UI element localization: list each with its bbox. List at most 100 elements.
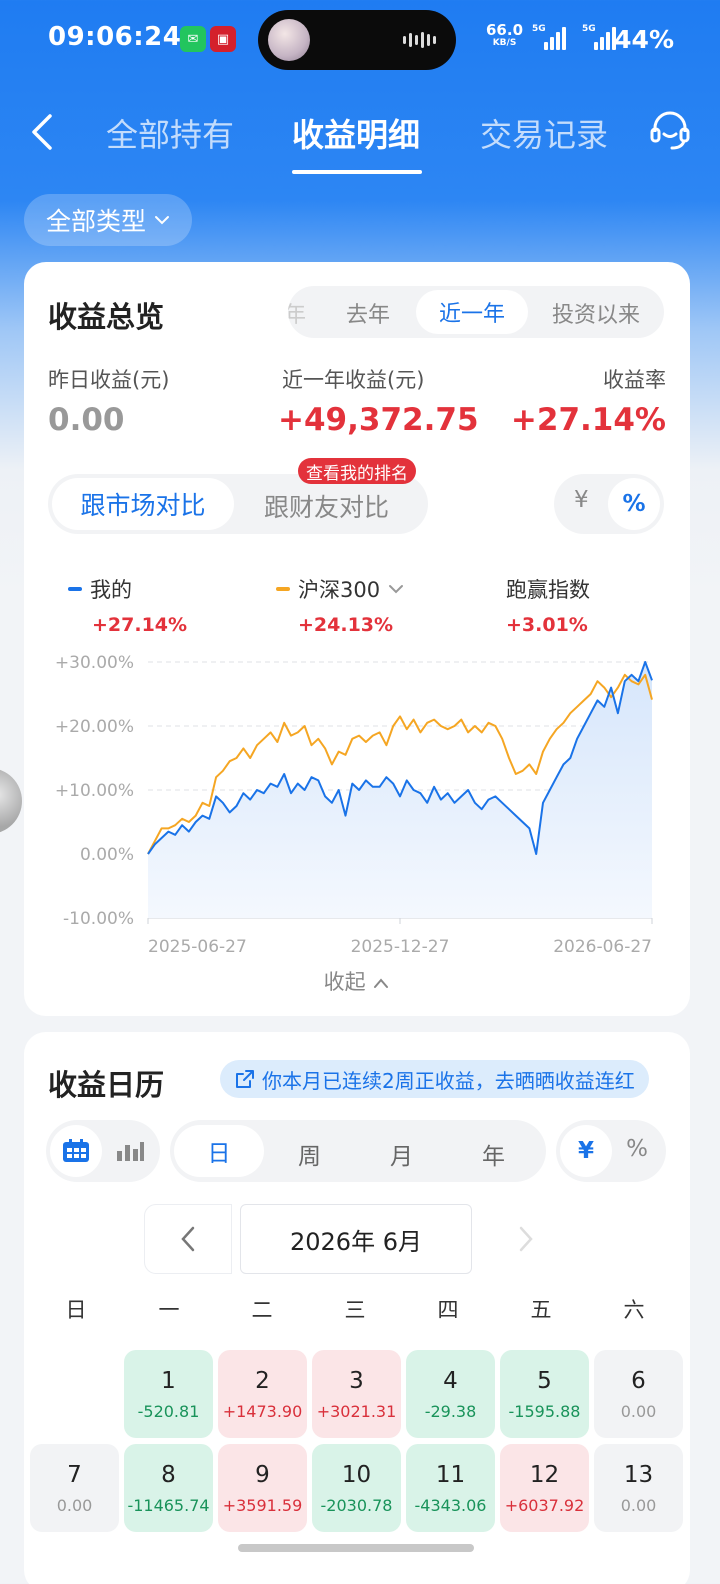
yesterday-earnings-value: 0.00 (48, 402, 125, 438)
compare-market-tab[interactable]: 跟市场对比 (52, 478, 234, 530)
legend-outperform-value: +3.01% (506, 614, 588, 636)
calendar-day-number: 12 (529, 1462, 560, 1488)
bar-chart-icon (117, 1142, 144, 1161)
chevron-left-icon (181, 1226, 195, 1252)
type-filter-dropdown[interactable]: 全部类型 (24, 194, 193, 246)
view-rank-badge[interactable]: 查看我的排名 (298, 458, 416, 484)
calendar-day-earnings: -11465.74 (127, 1496, 210, 1515)
prev-month-button[interactable] (144, 1204, 232, 1274)
wechat-icon: ✉ (180, 26, 206, 52)
calendar-day-cell[interactable]: 5 -1595.88 (500, 1350, 589, 1438)
status-bar: 09:06:24 ✉ ▣ 66.0 KB/S 5G 5G 44% (0, 0, 720, 80)
calendar-day-cell[interactable]: 7 0.00 (30, 1444, 119, 1532)
calendar-day-cell[interactable]: 1 -520.81 (124, 1350, 213, 1438)
overview-title: 收益总览 (48, 300, 165, 334)
calendar-day-number: 6 (631, 1368, 646, 1394)
earnings-overview-card: 收益总览 年 去年 近一年 投资以来 昨日收益(元) 0.00 近一年收益(元)… (24, 262, 690, 1016)
calendar-day-earnings: -1595.88 (508, 1402, 581, 1421)
calendar-day-earnings: 0.00 (56, 1496, 93, 1515)
legend-csi300-value: +24.13% (298, 614, 394, 636)
current-month-label[interactable]: 2026年 6月 (240, 1204, 472, 1274)
tab-transactions[interactable]: 交易记录 (480, 110, 608, 156)
battery-level: 44% (614, 25, 674, 54)
calendar-unit-percent[interactable]: % (626, 1136, 648, 1162)
calendar-day-cell[interactable]: 3 +3021.31 (312, 1350, 401, 1438)
streak-share-banner[interactable]: 你本月已连续2周正收益，去晒晒收益连红 (220, 1060, 649, 1098)
earnings-line-chart[interactable]: +30.00% +20.00% +10.00% 0.00% -10.00% 2025-06… (24, 642, 690, 962)
tab-earnings-detail[interactable]: 收益明细 (292, 110, 420, 156)
network-speed: 66.0 KB/S (486, 21, 524, 49)
status-time: 09:06:24 (48, 22, 182, 52)
calendar-day-number: 1 (161, 1368, 176, 1394)
calendar-day-number: 9 (255, 1462, 270, 1488)
calendar-day-earnings: +3021.31 (316, 1402, 397, 1421)
weekday-fri: 五 (530, 1298, 552, 1322)
period-option-since-start[interactable]: 投资以来 (552, 297, 640, 329)
calendar-day-cell[interactable]: 8 -11465.74 (124, 1444, 213, 1532)
share-external-icon (236, 1070, 254, 1088)
calendar-day-cell[interactable]: 6 0.00 (594, 1350, 683, 1438)
period-selector: 年 去年 近一年 投资以来 (288, 286, 664, 338)
streak-text: 你本月已连续2周正收益，去晒晒收益连红 (262, 1068, 635, 1093)
granularity-week[interactable]: 周 (298, 1137, 321, 1171)
chevron-down-icon (155, 216, 170, 225)
calendar-day-number: 2 (255, 1368, 270, 1394)
weekday-sun: 日 (65, 1298, 87, 1322)
calendar-day-cell[interactable]: 12 +6037.92 (500, 1444, 589, 1532)
bar-chart-view-toggle[interactable] (112, 1134, 148, 1168)
home-indicator[interactable] (238, 1544, 474, 1552)
calendar-day-earnings: -29.38 (424, 1402, 477, 1421)
period-option-last-year[interactable]: 去年 (346, 297, 390, 329)
calendar-day-earnings: -520.81 (137, 1402, 200, 1421)
top-nav: 全部持有 收益明细 交易记录 (0, 100, 720, 180)
unit-selector: ¥ % (554, 474, 664, 534)
calendar-day-cell[interactable]: 10 -2030.78 (312, 1444, 401, 1532)
x-tick-label: 2025-12-27 (351, 937, 450, 957)
weekday-thu: 四 (437, 1298, 459, 1322)
granularity-month[interactable]: 月 (390, 1137, 413, 1171)
next-month-button[interactable] (480, 1204, 572, 1274)
floating-assistant-avatar[interactable] (0, 768, 22, 834)
collapse-chart-button[interactable]: 收起 (24, 966, 690, 996)
calendar-day-number: 11 (435, 1462, 466, 1488)
dynamic-island[interactable] (258, 10, 456, 70)
granularity-day[interactable]: 日 (174, 1125, 264, 1177)
back-arrow-icon[interactable] (24, 112, 64, 152)
calendar-day-number: 5 (537, 1368, 552, 1394)
y-tick-label: -10.00% (63, 909, 134, 929)
calendar-view-toggle[interactable] (50, 1125, 102, 1177)
calendar-day-earnings: -2030.78 (320, 1496, 393, 1515)
calendar-day-earnings: +6037.92 (504, 1496, 585, 1515)
calendar-icon (63, 1139, 89, 1162)
period-option-year[interactable]: 年 (288, 297, 306, 329)
calendar-day-number: 8 (161, 1462, 176, 1488)
calendar-day-earnings: +1473.90 (222, 1402, 303, 1421)
calendar-day-cell[interactable]: 11 -4343.06 (406, 1444, 495, 1532)
chevron-down-icon (389, 585, 404, 594)
calendar-day-cell[interactable]: 4 -29.38 (406, 1350, 495, 1438)
signal-icon-2: 5G (582, 24, 616, 50)
legend-csi300[interactable]: 沪深300 +24.13% (276, 574, 404, 636)
active-tab-indicator (292, 170, 422, 174)
calendar-day-earnings: 0.00 (620, 1496, 657, 1515)
legend-mine-value: +27.14% (92, 614, 188, 636)
period-option-recent-year[interactable]: 近一年 (416, 290, 528, 334)
compare-friends-tab[interactable]: 跟财友对比 (264, 488, 389, 524)
bank-app-icon: ▣ (210, 26, 236, 52)
x-tick-label: 2025-06-27 (148, 937, 247, 957)
unit-percent-toggle[interactable]: % (608, 478, 660, 530)
signal-icon: 5G (532, 24, 566, 50)
tab-all-holdings[interactable]: 全部持有 (106, 110, 234, 156)
granularity-year[interactable]: 年 (482, 1137, 505, 1171)
calendar-view-selector (46, 1120, 160, 1182)
calendar-day-cell[interactable]: 2 +1473.90 (218, 1350, 307, 1438)
calendar-unit-yuan[interactable]: ¥ (560, 1125, 612, 1177)
unit-yuan-toggle[interactable]: ¥ (574, 487, 589, 513)
earnings-calendar-card: 收益日历 你本月已连续2周正收益，去晒晒收益连红 日 周 月 年 ¥ % 202… (24, 1032, 690, 1584)
weekday-mon: 一 (158, 1298, 180, 1322)
calendar-day-cell[interactable]: 9 +3591.59 (218, 1444, 307, 1532)
customer-service-icon[interactable] (648, 108, 692, 152)
weekday-tue: 二 (251, 1298, 273, 1322)
calendar-day-cell[interactable]: 13 0.00 (594, 1444, 683, 1532)
island-avatar (268, 19, 310, 61)
